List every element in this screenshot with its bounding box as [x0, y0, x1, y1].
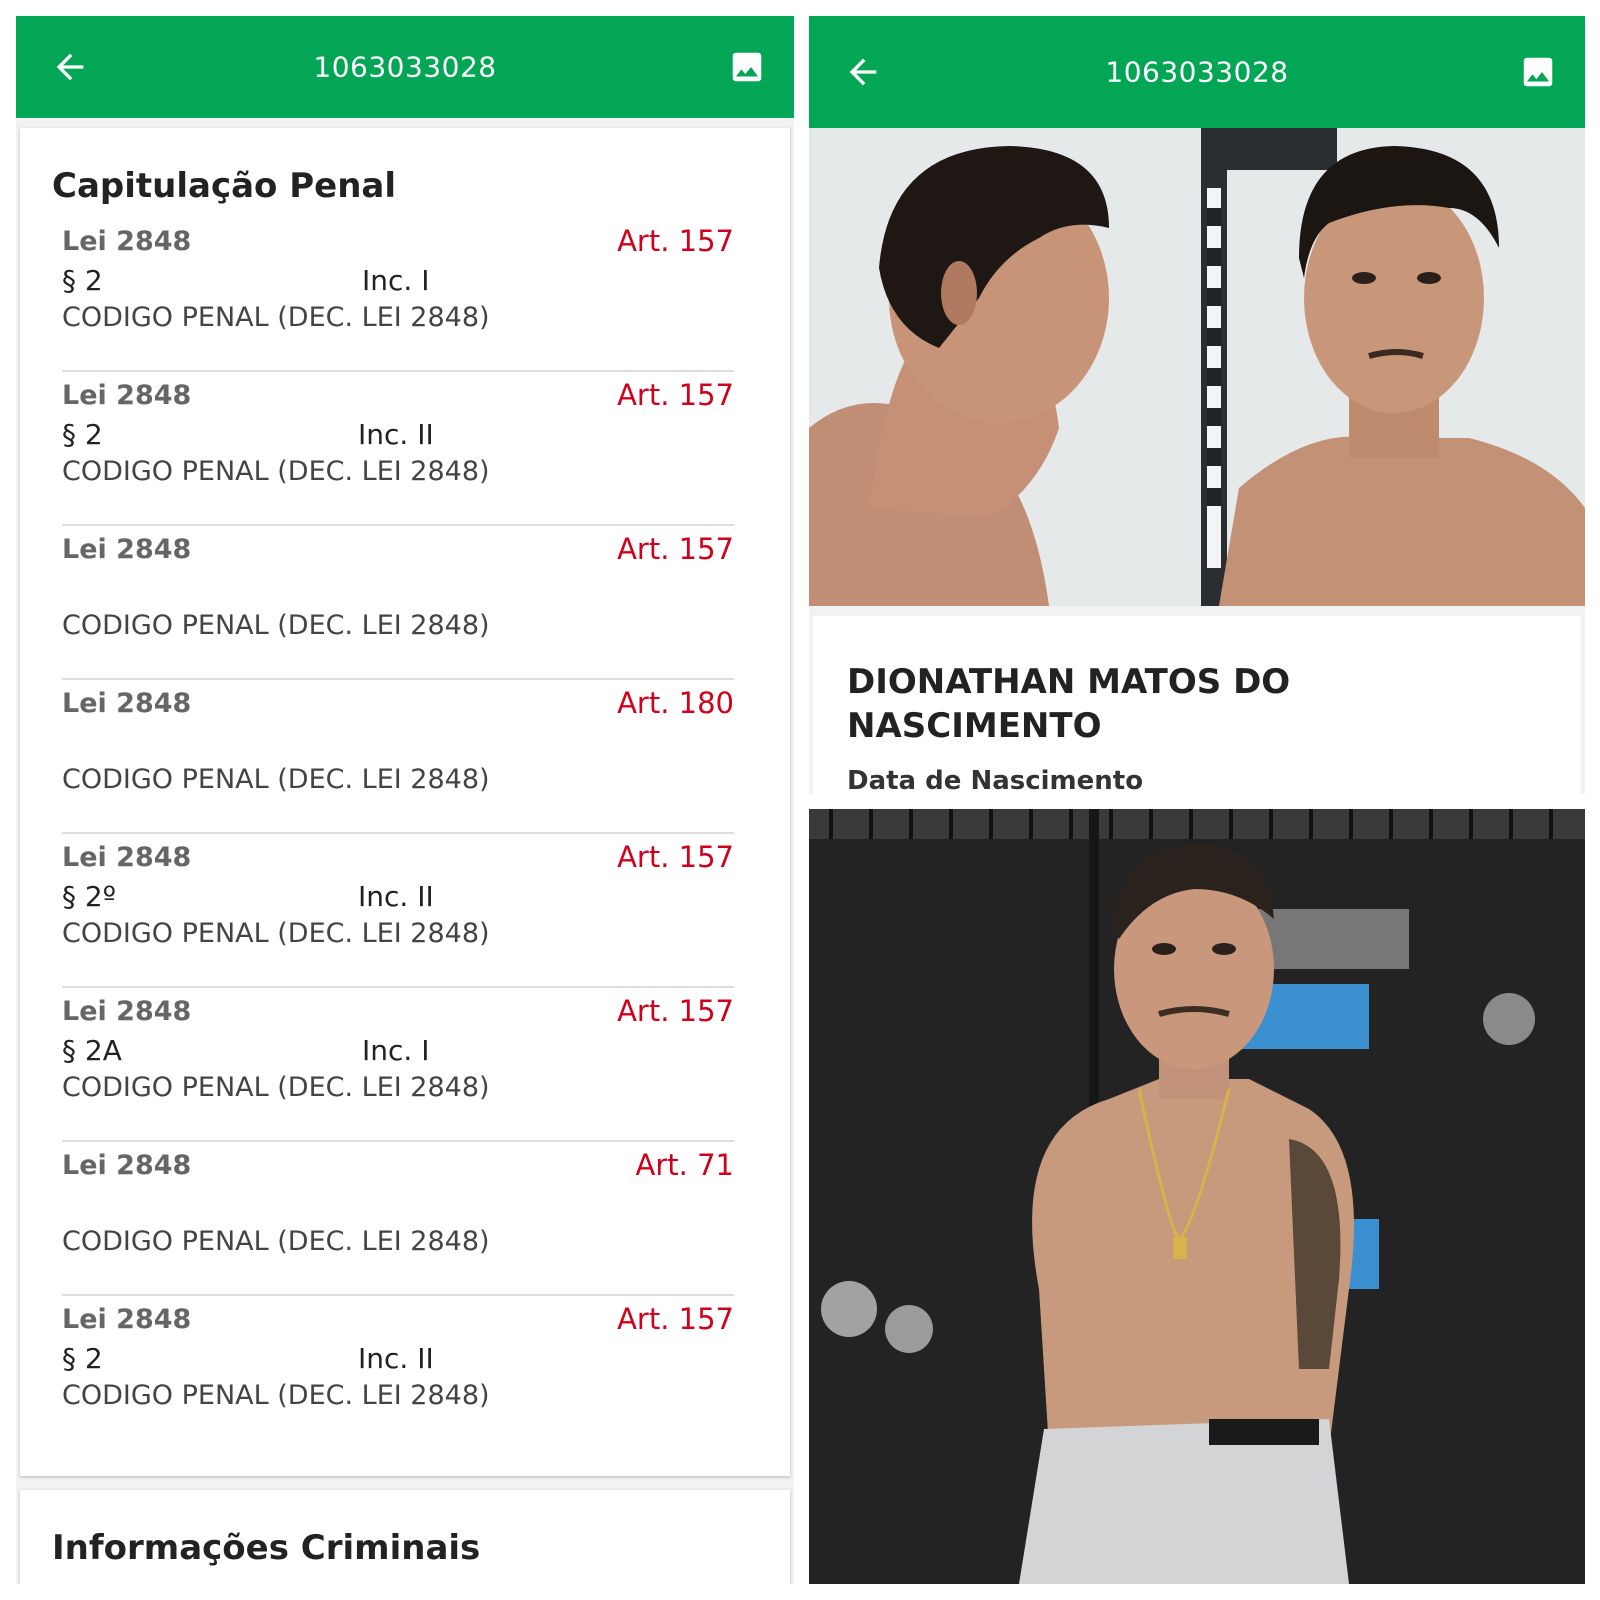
article-label: Art. 157: [617, 840, 734, 874]
article-label: Art. 71: [635, 1148, 734, 1182]
mugshot-photo: [809, 128, 1585, 606]
penal-entries-list: Lei 2848 Art. 157 § 2 Inc. I CODIGO PENA…: [62, 218, 734, 1448]
dob-label: Data de Nascimento: [847, 766, 1144, 794]
lei-label: Lei 2848: [62, 380, 192, 411]
record-number: 1063033028: [313, 50, 497, 84]
list-item: Lei 2848 Art. 157 CODIGO PENAL (DEC. LEI…: [62, 526, 734, 680]
section-title: Informações Criminais: [52, 1528, 481, 1568]
paragraph-label: § 2º: [62, 880, 116, 913]
list-item: Lei 2848 Art. 157 § 2 Inc. I CODIGO PENA…: [62, 218, 734, 372]
lei-label: Lei 2848: [62, 1150, 192, 1181]
image-icon[interactable]: [1519, 53, 1557, 91]
list-item: Lei 2848 Art. 157 § 2º Inc. II CODIGO PE…: [62, 834, 734, 988]
paragraph-label: § 2: [62, 418, 103, 451]
image-icon[interactable]: [728, 48, 766, 86]
code-label: CODIGO PENAL (DEC. LEI 2848): [62, 456, 490, 487]
paragraph-label: § 2: [62, 264, 103, 297]
inciso-label: Inc. II: [358, 880, 434, 913]
code-label: CODIGO PENAL (DEC. LEI 2848): [62, 610, 490, 641]
app-bar: 1063033028: [809, 16, 1585, 128]
list-item: Lei 2848 Art. 157 § 2 Inc. II CODIGO PEN…: [62, 1296, 734, 1448]
right-top-screenshot: 1063033028 DIONATHAN MATOS DO NASCIMENTO…: [809, 16, 1585, 794]
lei-label: Lei 2848: [62, 688, 192, 719]
app-bar: 1063033028: [16, 16, 794, 118]
lei-label: Lei 2848: [62, 842, 192, 873]
code-label: CODIGO PENAL (DEC. LEI 2848): [62, 302, 490, 333]
informacoes-criminais-card: Informações Criminais: [20, 1490, 790, 1584]
section-title: Capitulação Penal: [52, 166, 397, 206]
paragraph-label: § 2: [62, 1342, 103, 1375]
inciso-label: Inc. II: [358, 418, 434, 451]
article-label: Art. 157: [617, 532, 734, 566]
article-label: Art. 157: [617, 994, 734, 1028]
lei-label: Lei 2848: [62, 226, 192, 257]
code-label: CODIGO PENAL (DEC. LEI 2848): [62, 1380, 490, 1411]
inciso-label: Inc. I: [362, 1034, 430, 1067]
inciso-label: Inc. II: [358, 1342, 434, 1375]
paragraph-label: § 2A: [62, 1034, 122, 1067]
list-item: Lei 2848 Art. 157 § 2A Inc. I CODIGO PEN…: [62, 988, 734, 1142]
lei-label: Lei 2848: [62, 996, 192, 1027]
list-item: Lei 2848 Art. 180 CODIGO PENAL (DEC. LEI…: [62, 680, 734, 834]
lei-label: Lei 2848: [62, 1304, 192, 1335]
list-item: Lei 2848 Art. 157 § 2 Inc. II CODIGO PEN…: [62, 372, 734, 526]
code-label: CODIGO PENAL (DEC. LEI 2848): [62, 918, 490, 949]
person-card: DIONATHAN MATOS DO NASCIMENTO Data de Na…: [813, 616, 1581, 794]
code-label: CODIGO PENAL (DEC. LEI 2848): [62, 764, 490, 795]
article-label: Art. 157: [617, 1302, 734, 1336]
record-number: 1063033028: [1105, 55, 1289, 89]
list-item: Lei 2848 Art. 71 CODIGO PENAL (DEC. LEI …: [62, 1142, 734, 1296]
code-label: CODIGO PENAL (DEC. LEI 2848): [62, 1072, 490, 1103]
article-label: Art. 180: [617, 686, 734, 720]
inciso-label: Inc. I: [362, 264, 430, 297]
capitulacao-penal-card: Capitulação Penal Lei 2848 Art. 157 § 2 …: [20, 128, 790, 1476]
arrest-photo: [809, 809, 1585, 1584]
person-name: DIONATHAN MATOS DO NASCIMENTO: [847, 662, 1291, 746]
lei-label: Lei 2848: [62, 534, 192, 565]
article-label: Art. 157: [617, 378, 734, 412]
code-label: CODIGO PENAL (DEC. LEI 2848): [62, 1226, 490, 1257]
left-screenshot: 1063033028 Capitulação Penal Lei 2848 Ar…: [16, 16, 794, 1584]
article-label: Art. 157: [617, 224, 734, 258]
